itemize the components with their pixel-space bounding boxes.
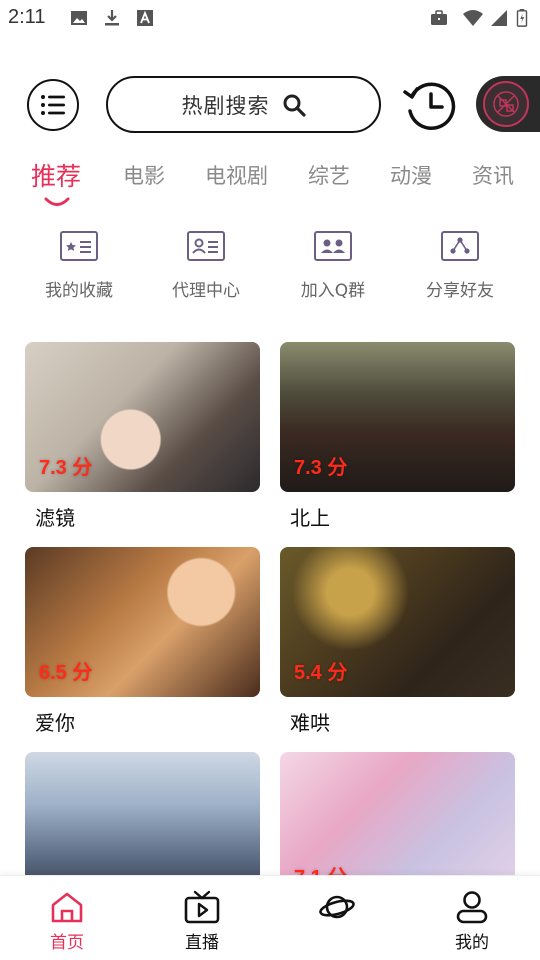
tv-icon [184, 890, 220, 924]
poster-image: 7.3 分 [25, 342, 260, 492]
quick-action-favorites[interactable]: 我的收藏 [24, 230, 134, 301]
nav-label: 首页 [50, 933, 84, 953]
card-title: 爱你 [35, 711, 75, 735]
score-badge: 5.4 分 [294, 662, 348, 684]
nav-home[interactable]: 首页 [27, 890, 107, 953]
tab-recommend[interactable]: 推荐 [31, 157, 81, 193]
favorites-card-icon [60, 231, 98, 261]
user-icon [456, 891, 488, 924]
drama-card[interactable]: 5.4 分 难哄 [280, 547, 515, 735]
tab-indicator [44, 197, 70, 206]
nav-me[interactable]: 我的 [432, 890, 512, 953]
search-box[interactable]: 热剧搜索 [106, 76, 381, 133]
card-title: 北上 [290, 506, 330, 530]
download-icon [105, 10, 119, 26]
drama-card[interactable]: 6.5 分 爱你 [25, 547, 260, 735]
poster-image: 5.4 分 [280, 547, 515, 697]
tab-anime[interactable]: 动漫 [390, 160, 432, 190]
image-icon [71, 11, 87, 25]
planet-icon [319, 895, 355, 919]
tab-movies[interactable]: 电影 [123, 160, 165, 190]
quick-action-join-group[interactable]: 加入Q群 [278, 230, 388, 301]
card-title: 滤镜 [35, 506, 75, 530]
signal-icon [491, 10, 507, 26]
agent-id-card-icon [187, 231, 225, 261]
battery-icon [516, 9, 528, 27]
poster-image: 7.3 分 [280, 342, 515, 492]
nav-discover[interactable] [297, 890, 377, 928]
bottom-navigation: 首页 直播 我的 [0, 875, 540, 960]
search-icon [283, 94, 306, 117]
briefcase-icon [431, 10, 447, 25]
drama-card[interactable]: 7.3 分 北上 [280, 342, 515, 530]
score-badge: 7.3 分 [39, 457, 93, 479]
search-placeholder: 热剧搜索 [181, 93, 270, 118]
home-icon [51, 892, 83, 923]
quick-action-agent-center[interactable]: 代理中心 [151, 230, 261, 301]
category-tabs: 推荐 电影 电视剧 综艺 动漫 资讯 [0, 160, 540, 210]
quick-action-label: 分享好友 [426, 281, 494, 301]
history-icon [403, 82, 456, 130]
quick-action-label: 加入Q群 [300, 281, 366, 301]
share-card-icon [441, 231, 479, 261]
quick-action-label: 我的收藏 [45, 281, 113, 301]
status-time: 2:11 [8, 6, 46, 28]
tab-variety[interactable]: 综艺 [308, 160, 350, 190]
menu-button[interactable] [27, 79, 79, 131]
poster-image: 6.5 分 [25, 547, 260, 697]
avatar-button[interactable] [476, 76, 540, 132]
menu-icon [41, 95, 65, 115]
quick-action-label: 代理中心 [172, 281, 240, 301]
drama-card[interactable]: 7.3 分 滤镜 [25, 342, 260, 530]
score-badge: 6.5 分 [39, 662, 93, 684]
tab-tv-series[interactable]: 电视剧 [205, 160, 268, 190]
font-icon [137, 10, 153, 26]
tab-news[interactable]: 资讯 [472, 160, 514, 190]
group-card-icon [314, 231, 352, 261]
nav-live[interactable]: 直播 [162, 890, 242, 953]
status-bar: 2:11 [0, 0, 540, 36]
nav-label: 我的 [455, 933, 489, 953]
card-title: 难哄 [290, 711, 330, 735]
score-badge: 7.3 分 [294, 457, 348, 479]
wifi-icon [463, 10, 483, 26]
quick-action-share[interactable]: 分享好友 [405, 230, 515, 301]
nav-label: 直播 [185, 933, 219, 953]
history-button[interactable] [402, 78, 458, 134]
avatar-icon [483, 81, 529, 127]
